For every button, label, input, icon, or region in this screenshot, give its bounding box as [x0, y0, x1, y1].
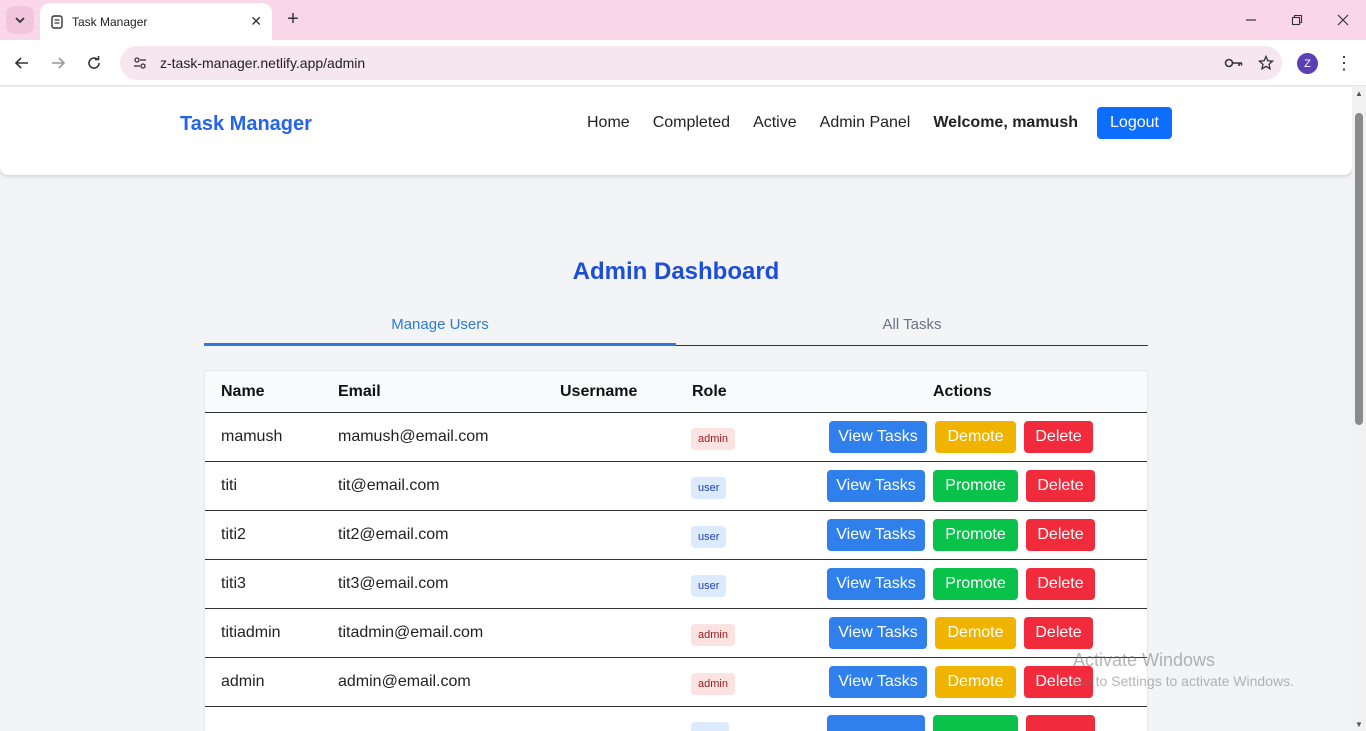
table-row	[205, 707, 1147, 731]
welcome-text: Welcome, mamush	[933, 114, 1078, 131]
browser-menu-icon[interactable]: ⋮	[1334, 50, 1354, 76]
table-row: titi tit@email.com user View Tasks Promo…	[205, 462, 1147, 511]
demote-button[interactable]: Demote	[935, 421, 1016, 453]
table-row: titi2 tit2@email.com user View Tasks Pro…	[205, 511, 1147, 560]
promote-button[interactable]: Promote	[933, 470, 1018, 502]
page-viewport: Task Manager Home Completed Active Admin…	[0, 87, 1352, 731]
delete-button[interactable]: Delete	[1026, 519, 1095, 551]
nav-link-admin-panel[interactable]: Admin Panel	[820, 114, 911, 132]
delete-button[interactable]: Delete	[1026, 470, 1095, 502]
page-title: Admin Dashboard	[572, 258, 780, 285]
cell-name: titiadmin	[221, 624, 281, 641]
header-actions: Actions	[933, 383, 992, 400]
cell-email: tit@email.com	[338, 477, 440, 494]
header-email: Email	[338, 383, 381, 400]
table-row: titi3 tit3@email.com user View Tasks Pro…	[205, 560, 1147, 609]
scroll-up-icon[interactable]: ▲	[1355, 89, 1363, 98]
bookmark-star-icon[interactable]	[1250, 55, 1282, 71]
cell-name: titi3	[221, 575, 246, 592]
delete-button[interactable]: Delete	[1026, 568, 1095, 600]
cell-email: mamush@email.com	[338, 428, 489, 445]
cell-name: admin	[221, 673, 265, 690]
browser-tab[interactable]: Task Manager ✕	[40, 3, 272, 40]
demote-button[interactable]: Demote	[935, 617, 1016, 649]
back-icon[interactable]	[7, 48, 37, 78]
scroll-down-icon[interactable]: ▼	[1355, 720, 1363, 729]
cell-email: tit3@email.com	[338, 575, 449, 592]
header-name: Name	[221, 383, 265, 400]
view-tasks-button[interactable]: View Tasks	[827, 470, 925, 502]
demote-button[interactable]: Demote	[935, 666, 1016, 698]
promote-button[interactable]: Promote	[933, 568, 1018, 600]
header-username: Username	[560, 383, 638, 400]
watermark-title: Activate Windows	[1073, 650, 1216, 670]
new-tab-icon[interactable]: +	[282, 8, 304, 30]
view-tasks-button[interactable]: View Tasks	[827, 568, 925, 600]
cell-email: tit2@email.com	[338, 526, 449, 543]
profile-avatar[interactable]: Z	[1297, 53, 1318, 74]
delete-button[interactable]	[1026, 715, 1095, 731]
cell-email: admin@email.com	[338, 673, 471, 690]
address-bar[interactable]: z-task-manager.netlify.app/admin	[120, 46, 1282, 80]
delete-button[interactable]: Delete	[1024, 617, 1093, 649]
delete-button[interactable]: Delete	[1024, 421, 1093, 453]
reload-icon[interactable]	[79, 48, 109, 78]
chevron-down-icon	[15, 17, 25, 24]
dashboard-tabs: Manage Users All Tasks	[204, 309, 1148, 346]
nav-links: Home Completed Active Admin Panel Welcom…	[587, 114, 1102, 132]
window-controls	[1228, 0, 1366, 40]
url-text: z-task-manager.netlify.app/admin	[160, 55, 366, 71]
cell-name: mamush	[221, 428, 283, 445]
view-tasks-button[interactable]: View Tasks	[829, 666, 927, 698]
logout-button[interactable]: Logout	[1097, 107, 1172, 139]
password-key-icon[interactable]	[1218, 56, 1250, 70]
role-badge: admin	[691, 428, 735, 450]
table-row: mamush mamush@email.com admin View Tasks…	[205, 413, 1147, 462]
table-header: Name Email Username Role Actions	[205, 371, 1147, 413]
tab-title: Task Manager	[72, 14, 148, 29]
tab-search-button[interactable]	[6, 6, 34, 34]
minimize-icon[interactable]	[1228, 0, 1274, 40]
cell-name: titi	[221, 477, 237, 494]
nav-link-active[interactable]: Active	[753, 114, 797, 132]
tab-all-tasks[interactable]: All Tasks	[676, 309, 1148, 345]
site-info-icon[interactable]	[124, 49, 156, 77]
brand-logo[interactable]: Task Manager	[180, 113, 312, 136]
close-window-icon[interactable]	[1320, 0, 1366, 40]
view-tasks-button[interactable]: View Tasks	[827, 519, 925, 551]
role-badge: user	[691, 575, 727, 597]
role-badge: admin	[691, 673, 735, 695]
users-table: Name Email Username Role Actions mamush …	[204, 370, 1148, 731]
role-badge: user	[691, 477, 727, 499]
nav-link-completed[interactable]: Completed	[653, 114, 730, 132]
restore-icon[interactable]	[1274, 0, 1320, 40]
role-badge: user	[691, 526, 727, 548]
close-tab-icon[interactable]: ✕	[250, 13, 262, 30]
table-row: titiadmin titadmin@email.com admin View …	[205, 609, 1147, 658]
header-role: Role	[692, 383, 727, 400]
watermark-subtitle: Go to Settings to activate Windows.	[1073, 673, 1294, 689]
page-icon	[51, 14, 63, 29]
promote-button[interactable]	[933, 715, 1018, 731]
forward-icon[interactable]	[43, 48, 73, 78]
table-row: admin admin@email.com admin View Tasks D…	[205, 658, 1147, 707]
activation-watermark: Activate Windows Go to Settings to activ…	[1073, 650, 1294, 689]
cell-name: titi2	[221, 526, 246, 543]
role-badge: admin	[691, 624, 735, 646]
view-tasks-button[interactable]: View Tasks	[829, 421, 927, 453]
view-tasks-button[interactable]	[827, 715, 925, 731]
role-badge	[691, 722, 729, 731]
browser-toolbar: z-task-manager.netlify.app/admin Z ⋮	[0, 40, 1366, 86]
nav-link-home[interactable]: Home	[587, 114, 630, 132]
promote-button[interactable]: Promote	[933, 519, 1018, 551]
tab-manage-users[interactable]: Manage Users	[204, 309, 676, 346]
view-tasks-button[interactable]: View Tasks	[829, 617, 927, 649]
scrollbar-thumb[interactable]	[1355, 113, 1363, 425]
cell-email: titadmin@email.com	[338, 624, 484, 641]
browser-tab-bar: Task Manager ✕ +	[0, 0, 1366, 40]
app-navbar: Task Manager Home Completed Active Admin…	[0, 87, 1352, 175]
page-scrollbar[interactable]: ▲ ▼	[1352, 87, 1366, 731]
